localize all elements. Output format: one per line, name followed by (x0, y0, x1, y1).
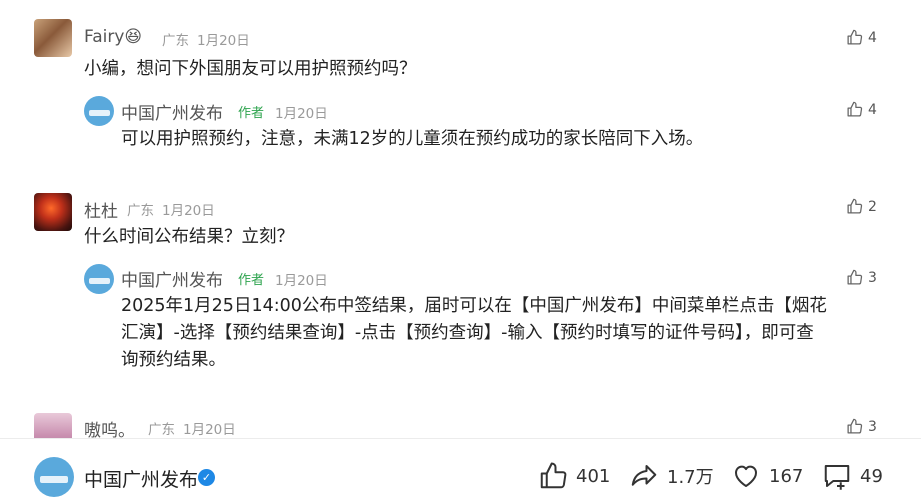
avatar[interactable] (34, 193, 72, 231)
reply-like-button[interactable]: 3 (846, 269, 877, 286)
reply-text-line: 2025年1月25日14:00公布中签结果，届时可以在【中国广州发布】中间菜单栏… (121, 296, 827, 316)
comment-button[interactable]: 49 (822, 461, 883, 491)
comment-date: 1月20日 (162, 203, 215, 219)
like-button[interactable]: 401 (538, 461, 610, 491)
comment-like-button[interactable]: 4 (846, 29, 877, 46)
author-badge: 作者 (238, 106, 265, 121)
comment-count: 49 (860, 465, 883, 487)
reply-text-line: 汇演】-选择【预约结果查询】-点击【预约查询】-输入【预约时填写的证件号码】，即… (121, 323, 814, 343)
comment-location: 广东 (127, 203, 154, 219)
comment-username[interactable]: 嗷呜。 (84, 416, 135, 438)
comment-list[interactable]: Fairy😆 广东 1月20日 4 小编，想问下外国朋友可以用护照预约吗？ 中国广… (0, 0, 921, 438)
comment-meta: 广东 1月20日 (148, 418, 236, 438)
comment-like-button[interactable]: 2 (846, 198, 877, 215)
share-count: 1.7万 (667, 467, 714, 488)
comment-location: 广东 (162, 33, 189, 49)
avatar[interactable] (84, 96, 114, 126)
comment-add-icon (824, 465, 850, 490)
account-name[interactable]: 中国广州发布 (84, 465, 198, 492)
author-badge: 作者 (238, 273, 265, 288)
account-avatar[interactable] (34, 457, 74, 497)
comment-date: 1月20日 (183, 422, 236, 438)
heart-icon (735, 465, 757, 487)
comment-like-button[interactable]: 3 (846, 418, 877, 435)
like-count: 3 (868, 418, 877, 435)
reply-date: 1月20日 (275, 106, 328, 122)
like-count: 4 (868, 29, 877, 46)
favorite-button[interactable]: 167 (731, 461, 803, 491)
avatar[interactable] (84, 264, 114, 294)
comment-username[interactable]: 杜杜 (84, 197, 118, 222)
comment-date: 1月20日 (197, 33, 250, 49)
bottom-action-bar: 中国广州发布 ✓ 401 1.7万 167 49 (0, 439, 921, 504)
thumbs-up-icon (847, 418, 863, 434)
thumbs-up-icon (847, 101, 863, 117)
thumbs-up-icon (540, 462, 567, 489)
reply-username[interactable]: 中国广州发布 (121, 266, 223, 291)
like-count: 3 (868, 269, 877, 286)
avatar[interactable] (34, 413, 72, 438)
favorite-count: 167 (769, 465, 804, 487)
avatar[interactable] (34, 19, 72, 57)
like-count: 401 (576, 465, 611, 487)
comment-meta: 广东 1月20日 (162, 29, 250, 49)
comment-username[interactable]: Fairy😆 (84, 27, 142, 47)
verified-icon: ✓ (198, 469, 215, 486)
reply-username[interactable]: 中国广州发布 (121, 99, 223, 124)
share-button[interactable]: 1.7万 (629, 461, 714, 491)
reply-text: 可以用护照预约，注意，未满12岁的儿童须在预约成功的家长陪同下入场。 (121, 129, 704, 149)
share-icon (631, 465, 657, 486)
comment-location: 广东 (148, 422, 175, 438)
reply-date: 1月20日 (275, 273, 328, 289)
like-count: 2 (868, 198, 877, 215)
comment-text: 什么时间公布结果？立刻？ (84, 227, 294, 247)
thumbs-up-icon (847, 269, 863, 285)
reply-text: 2025年1月25日14:00公布中签结果，届时可以在【中国广州发布】中间菜单栏… (121, 293, 881, 374)
thumbs-up-icon (847, 29, 863, 45)
comment-meta: 广东 1月20日 (127, 199, 215, 219)
thumbs-up-icon (847, 198, 863, 214)
like-count: 4 (868, 101, 877, 118)
reply-like-button[interactable]: 4 (846, 101, 877, 118)
reply-text-line: 询预约结果。 (121, 350, 226, 370)
comment-text: 小编，想问下外国朋友可以用护照预约吗？ (84, 59, 417, 79)
